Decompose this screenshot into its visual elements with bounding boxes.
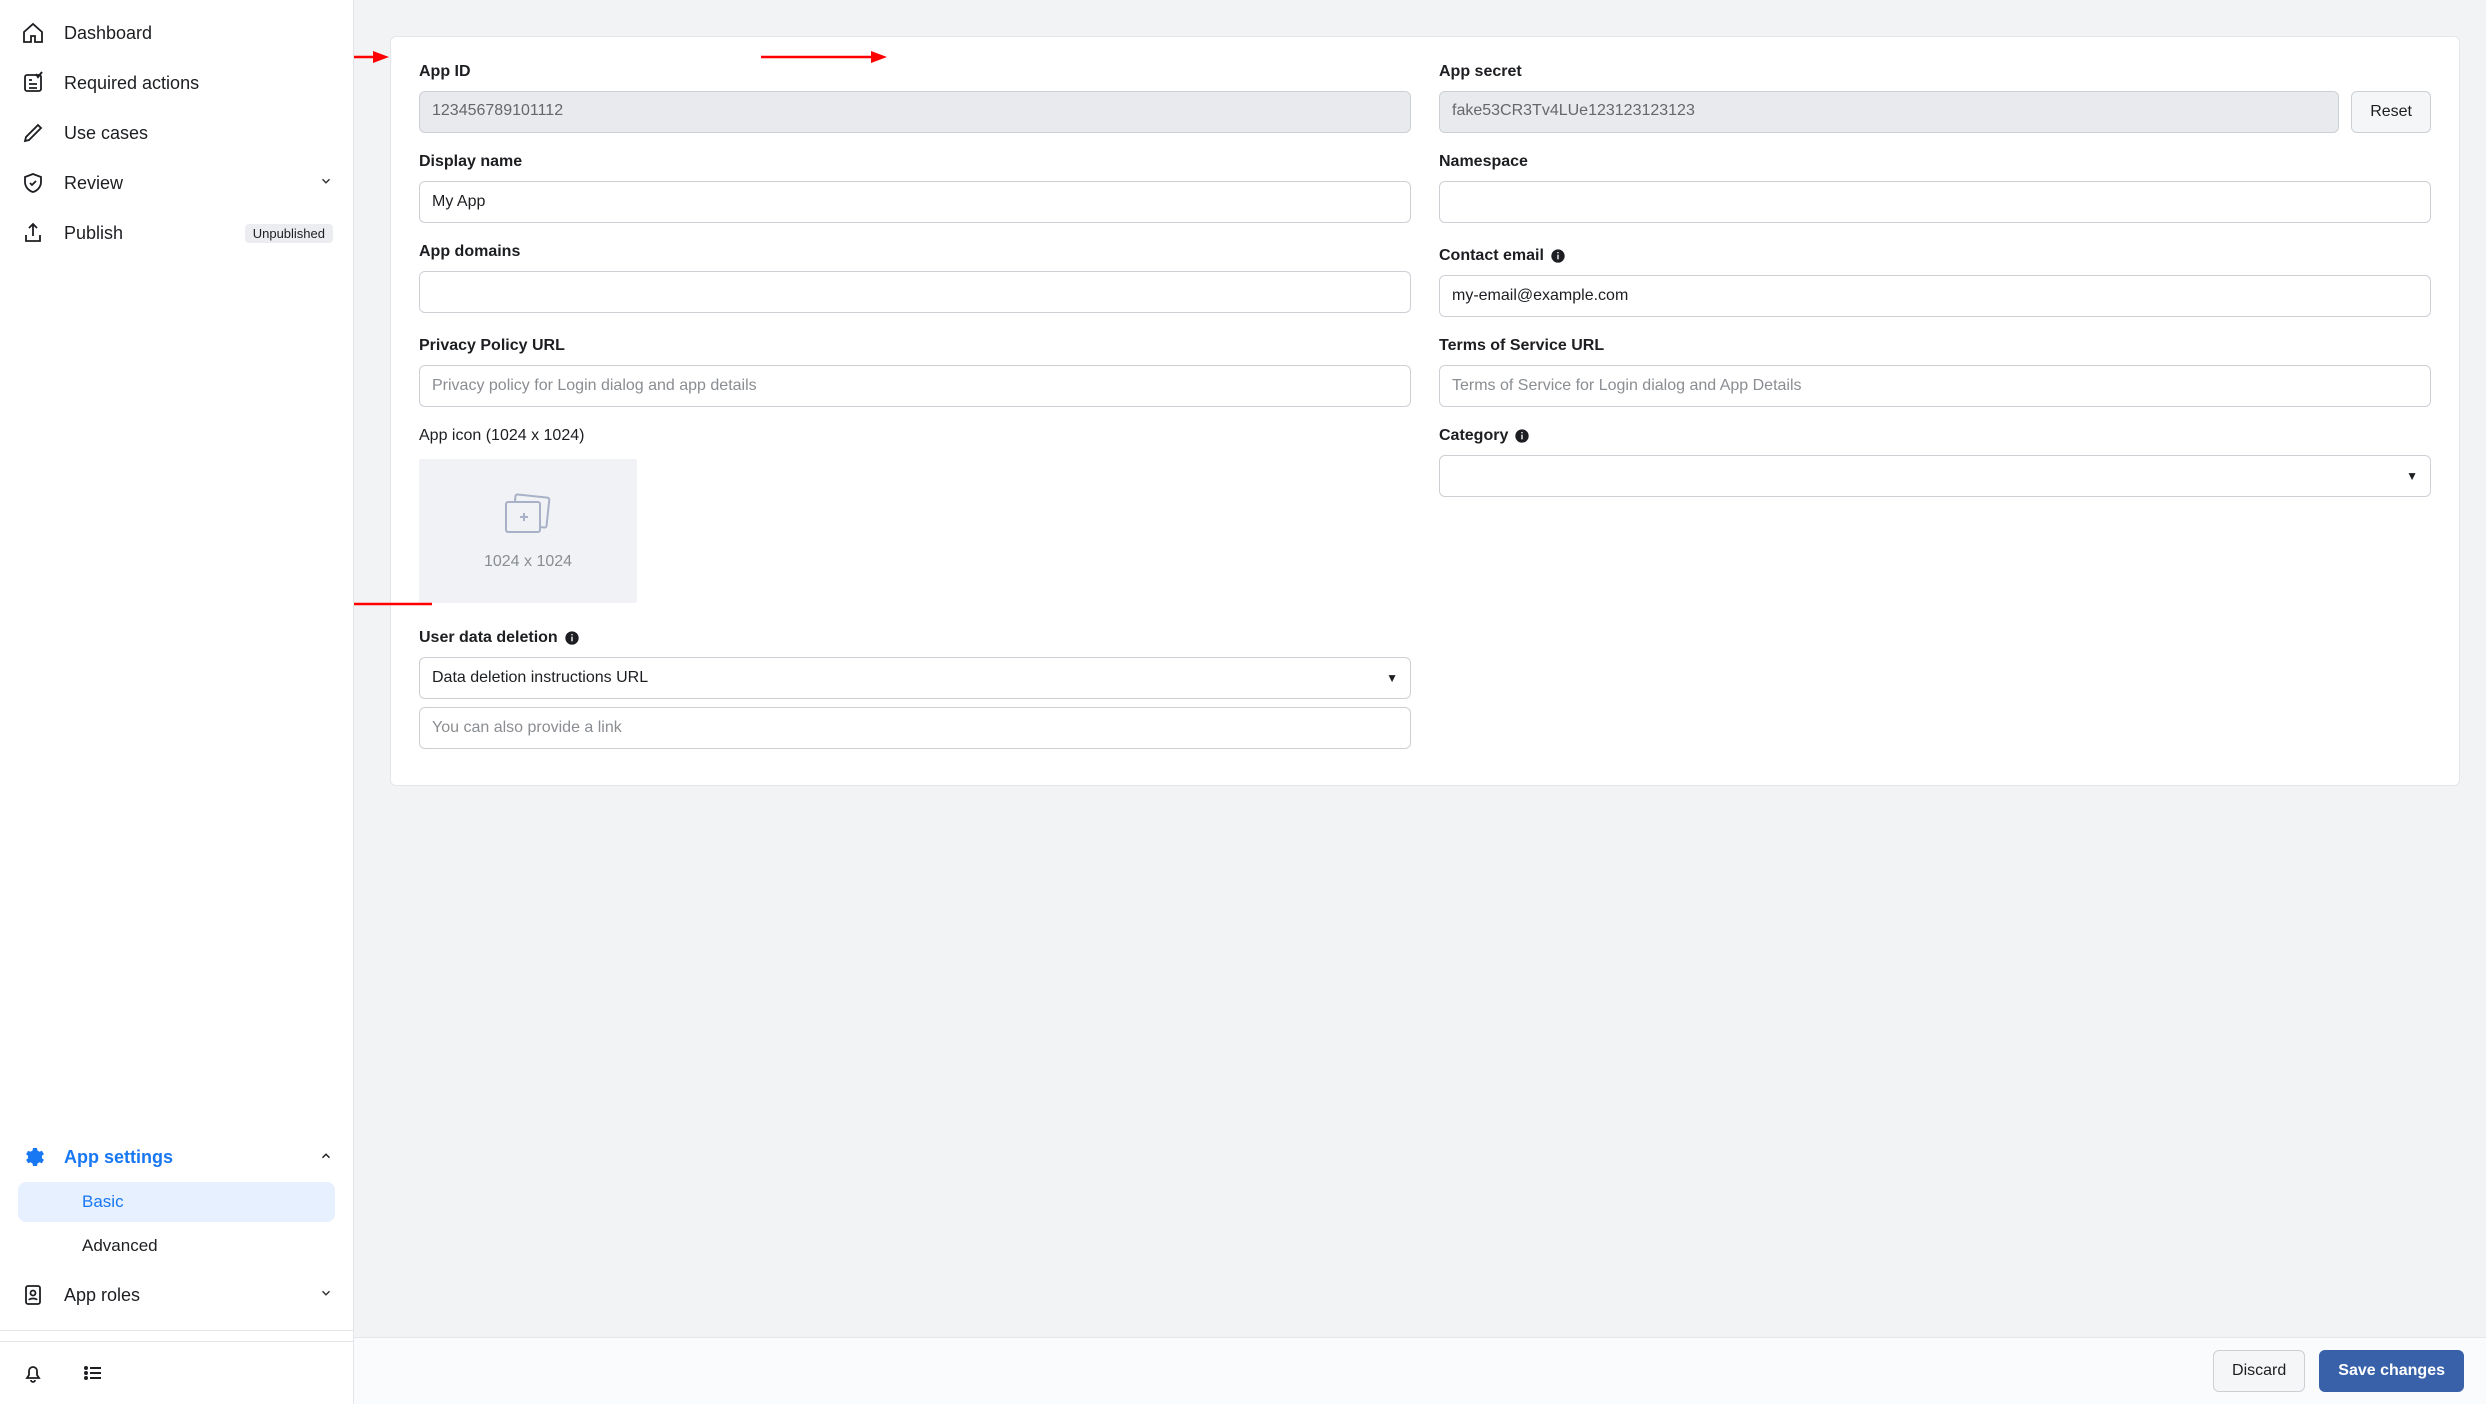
discard-button[interactable]: Discard	[2213, 1350, 2305, 1392]
data-deletion-select[interactable]: Data deletion instructions URL ▼	[419, 657, 1411, 699]
app-icon-hint: 1024 x 1024	[484, 553, 572, 571]
chevron-down-icon: ▼	[1386, 671, 1398, 685]
label-app-secret: App secret	[1439, 63, 2431, 81]
contact-email-input[interactable]	[1439, 275, 2431, 317]
info-icon[interactable]	[1550, 248, 1566, 264]
sidebar-section-label: App settings	[64, 1147, 301, 1168]
chevron-down-icon	[319, 1286, 333, 1305]
field-contact-email: Contact email	[1439, 247, 2431, 317]
sidebar-item-review[interactable]: Review	[0, 158, 353, 208]
info-icon[interactable]	[564, 630, 580, 646]
sidebar-item-use-cases[interactable]: Use cases	[0, 108, 353, 158]
main-content: App ID 123456789101112 App secret fake53…	[354, 0, 2486, 1404]
chevron-up-icon	[319, 1147, 333, 1168]
field-namespace: Namespace	[1439, 153, 2431, 223]
sidebar-label: App roles	[64, 1285, 301, 1306]
sidebar-label: Required actions	[64, 73, 333, 94]
sidebar-item-app-roles[interactable]: App roles	[0, 1270, 353, 1320]
sidebar-item-dashboard[interactable]: Dashboard	[0, 8, 353, 58]
tos-url-input[interactable]	[1439, 365, 2431, 407]
sidebar-subitem-advanced[interactable]: Advanced	[18, 1226, 335, 1266]
display-name-input[interactable]	[419, 181, 1411, 223]
label-privacy-url: Privacy Policy URL	[419, 337, 1411, 355]
reset-secret-button[interactable]: Reset	[2351, 91, 2431, 133]
field-app-secret: App secret fake53CR3Tv4LUe123123123123 R…	[1439, 63, 2431, 133]
home-icon	[20, 20, 46, 46]
image-plus-icon	[500, 492, 556, 545]
bell-icon[interactable]	[20, 1360, 46, 1386]
id-badge-icon	[20, 1282, 46, 1308]
label-category: Category	[1439, 427, 2431, 445]
publish-status-badge: Unpublished	[245, 224, 333, 243]
field-user-data-deletion: User data deletion Data deletion instruc…	[419, 629, 1411, 749]
sidebar-item-publish[interactable]: Publish Unpublished	[0, 208, 353, 258]
chevron-down-icon	[319, 174, 333, 193]
sidebar-label: Use cases	[64, 123, 333, 144]
label-user-data-deletion: User data deletion	[419, 629, 1411, 647]
label-app-id: App ID	[419, 63, 1411, 81]
sidebar-label: Review	[64, 173, 301, 194]
label-display-name: Display name	[419, 153, 1411, 171]
field-category: Category ▼	[1439, 427, 2431, 603]
sidebar-section-app-settings[interactable]: App settings	[0, 1132, 353, 1182]
sidebar-label: Dashboard	[64, 23, 333, 44]
list-icon[interactable]	[80, 1360, 106, 1386]
info-icon[interactable]	[1514, 428, 1530, 444]
divider	[0, 1330, 353, 1331]
app-secret-value[interactable]: fake53CR3Tv4LUe123123123123	[1439, 91, 2339, 133]
label-app-domains: App domains	[419, 243, 1411, 261]
annotation-arrow	[354, 47, 391, 67]
field-display-name: Display name	[419, 153, 1411, 223]
settings-panel: App ID 123456789101112 App secret fake53…	[390, 36, 2460, 786]
bottom-action-bar: Discard Save changes	[354, 1337, 2486, 1404]
field-app-icon: App icon (1024 x 1024) 1024 x 1024	[419, 427, 1411, 603]
chevron-down-icon: ▼	[2406, 469, 2418, 483]
field-privacy-url: Privacy Policy URL	[419, 337, 1411, 407]
data-deletion-link-input[interactable]	[419, 707, 1411, 749]
privacy-url-input[interactable]	[419, 365, 1411, 407]
app-icon-upload[interactable]: 1024 x 1024	[419, 459, 637, 603]
shield-check-icon	[20, 170, 46, 196]
label-app-icon: App icon (1024 x 1024)	[419, 427, 1411, 445]
app-domains-input[interactable]	[419, 271, 1411, 313]
field-tos-url: Terms of Service URL	[1439, 337, 2431, 407]
sidebar: Dashboard Required actions Use cases Rev…	[0, 0, 354, 1404]
namespace-input[interactable]	[1439, 181, 2431, 223]
checklist-icon	[20, 70, 46, 96]
sidebar-subitem-basic[interactable]: Basic	[18, 1182, 335, 1222]
sidebar-label: Publish	[64, 223, 227, 244]
upload-icon	[20, 220, 46, 246]
app-id-value[interactable]: 123456789101112	[419, 91, 1411, 133]
label-contact-email: Contact email	[1439, 247, 2431, 265]
gear-icon	[20, 1144, 46, 1170]
sidebar-item-required-actions[interactable]: Required actions	[0, 58, 353, 108]
pencil-icon	[20, 120, 46, 146]
save-changes-button[interactable]: Save changes	[2319, 1350, 2464, 1392]
sidebar-footer	[0, 1341, 353, 1404]
category-select[interactable]: ▼	[1439, 455, 2431, 497]
field-app-domains: App domains	[419, 243, 1411, 317]
label-namespace: Namespace	[1439, 153, 2431, 171]
label-tos-url: Terms of Service URL	[1439, 337, 2431, 355]
field-app-id: App ID 123456789101112	[419, 63, 1411, 133]
